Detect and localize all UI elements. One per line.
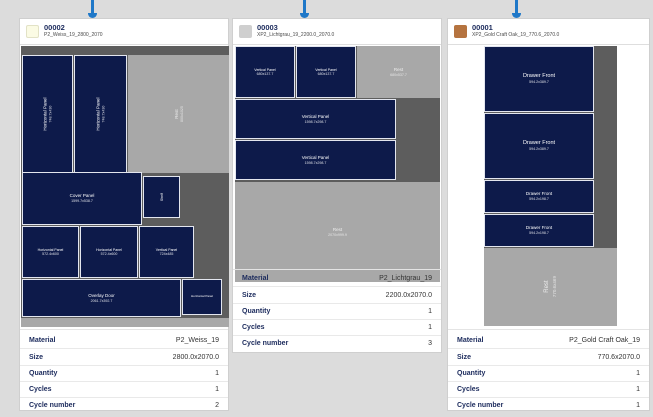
rest-piece[interactable]: Rest 2070x999.9	[235, 182, 440, 282]
cutting-plan[interactable]: Horizontal Panel 748.7x430 Horizontal Pan…	[21, 46, 229, 327]
cut-piece[interactable]: Drawer Front 594.2x198.7	[484, 180, 594, 213]
card-connector	[300, 0, 309, 18]
card-connector	[88, 0, 97, 18]
cut-piece[interactable]: Drawer Front 594.2x389.7	[484, 113, 594, 179]
cutting-plan[interactable]: Drawer Front 594.2x389.7 Drawer Front 594.…	[484, 46, 617, 326]
info-row-size: Size 770.6x2070.0	[448, 349, 649, 366]
plate-card-00001[interactable]: 00001 XP2_Gold Craft Oak_19_770.6_2070.0…	[447, 18, 650, 411]
info-row-size: Size 2200.0x2070.0	[233, 287, 441, 304]
info-row-cycle-number: Cycle number 1	[457, 402, 640, 409]
info-row-cycles: Cycles 1	[233, 319, 441, 336]
cut-piece[interactable]: Vertical Panel 1598.7x298.7	[235, 99, 396, 139]
info-row-cycles: Cycles 1	[448, 381, 649, 398]
material-swatch	[239, 25, 252, 38]
plate-info-table: Material P2_Lichtgrau_19 Size 2200.0x2070.…	[233, 269, 441, 353]
cut-piece[interactable]: Shelf	[143, 176, 180, 218]
info-row-material: Material P2_Weiss_19	[20, 332, 228, 349]
info-row-material: Material P2_Gold Craft Oak_19	[448, 332, 649, 349]
cut-piece[interactable]: Vertical Panel 680x137.7	[296, 46, 356, 98]
plate-info-table: Material P2_Gold Craft Oak_19 Size 770.6x2…	[448, 329, 649, 411]
info-row-size: Size 2800.0x2070.0	[20, 349, 228, 366]
info-row-material: Material P2_Lichtgrau_19	[233, 270, 441, 287]
card-header: 00001 XP2_Gold Craft Oak_19_770.6_2070.0	[448, 19, 649, 45]
plate-subtitle: P2_Weiss_19_2800_2070	[44, 32, 103, 38]
cut-piece[interactable]: Drawer Front 594.2x389.7	[484, 46, 594, 112]
info-row-quantity: Quantity 1	[20, 365, 228, 382]
plate-card-00003[interactable]: 00003 XP2_Lichtgrau_19_2200.0_2070.0 Ver…	[232, 18, 442, 353]
info-row-quantity: Quantity 1	[233, 303, 441, 320]
info-row-cycle-number: Cycle number 2	[29, 402, 219, 409]
cut-piece[interactable]: Horizontal Panel 748.7x430	[74, 55, 127, 173]
plate-info-table: Material P2_Weiss_19 Size 2800.0x2070.0 Qu…	[20, 329, 228, 411]
cut-piece[interactable]: Drawer Front 594.2x198.7	[484, 214, 594, 247]
plate-id: 00003	[257, 23, 278, 32]
cut-piece[interactable]: Vertical Panel 1598.7x298.7	[235, 140, 396, 180]
material-swatch	[454, 25, 467, 38]
plate-card-00002[interactable]: 00002 P2_Weiss_19_2800_2070 Horizontal P…	[19, 18, 229, 411]
cut-piece[interactable]: Horizontal Panel	[182, 279, 222, 315]
trim-strip	[21, 318, 229, 327]
cut-piece[interactable]: Horizontal Panel 572.4x600	[22, 226, 79, 278]
cut-piece[interactable]: Vertical Panel 724x485	[139, 226, 194, 278]
material-swatch	[26, 25, 39, 38]
rest-piece[interactable]: Rest 680x537.7	[357, 46, 440, 98]
info-row-cycle-number: Cycle number 3	[242, 340, 432, 347]
card-connector	[512, 0, 521, 18]
cut-piece[interactable]: Horizontal Panel 748.7x430	[22, 55, 73, 173]
plate-id: 00001	[472, 23, 493, 32]
info-row-quantity: Quantity 1	[448, 365, 649, 382]
rest-piece[interactable]: Rest 770.6x469	[484, 248, 617, 326]
cut-piece[interactable]: Cover Panel 1599.7x538.7	[22, 172, 142, 225]
cut-piece[interactable]: Horizontal Panel 572.4x600	[80, 226, 138, 278]
plate-subtitle: XP2_Lichtgrau_19_2200.0_2070.0	[257, 32, 335, 38]
card-header: 00003 XP2_Lichtgrau_19_2200.0_2070.0	[233, 19, 441, 45]
info-row-cycles: Cycles 1	[20, 381, 228, 398]
plate-subtitle: XP2_Gold Craft Oak_19_770.6_2070.0	[472, 32, 560, 38]
plate-id: 00002	[44, 23, 65, 32]
cut-piece[interactable]: Overlay Door 2061.7x392.7	[22, 279, 181, 317]
card-header: 00002 P2_Weiss_19_2800_2070	[20, 19, 228, 45]
rest-piece[interactable]: Rest 800x1025	[128, 55, 229, 173]
cut-piece[interactable]: Vertical Panel 680x137.7	[235, 46, 295, 98]
cutting-plan[interactable]: Vertical Panel 680x137.7 Vertical Panel 68…	[235, 46, 440, 282]
